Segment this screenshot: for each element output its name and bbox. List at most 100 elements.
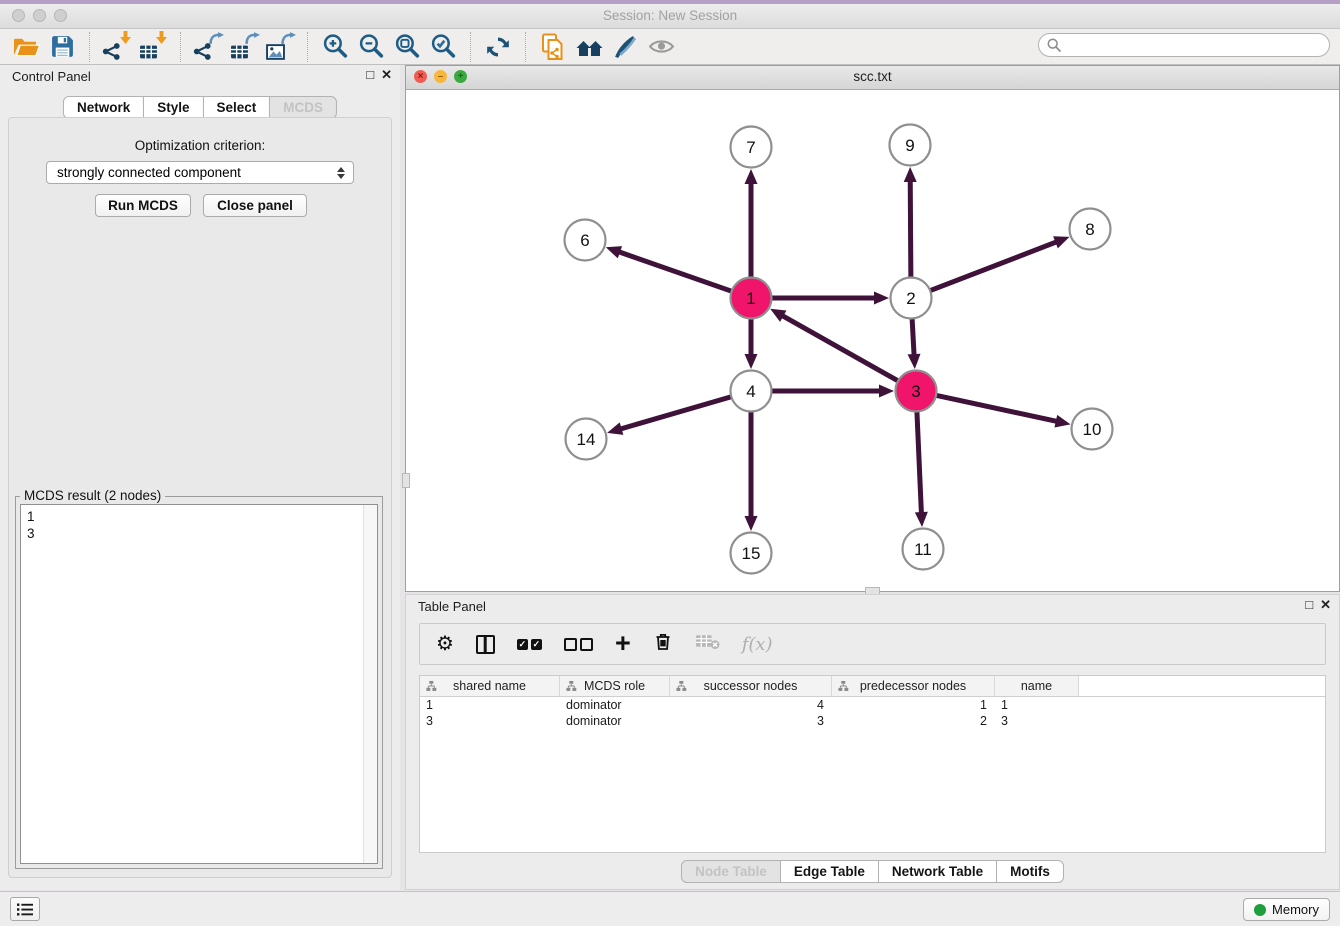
toggle-graphics-details-icon[interactable] bbox=[607, 31, 643, 63]
graph-node-9[interactable]: 9 bbox=[890, 125, 931, 166]
run-mcds-button[interactable]: Run MCDS bbox=[95, 194, 191, 217]
zoom-fit-icon[interactable] bbox=[389, 31, 425, 63]
delete-columns-icon[interactable] bbox=[653, 631, 673, 657]
memory-button[interactable]: Memory bbox=[1243, 898, 1330, 921]
deselect-all-rows-icon[interactable] bbox=[564, 638, 593, 651]
cell-name[interactable]: 3 bbox=[995, 713, 1079, 729]
graph-edge-3-1[interactable] bbox=[770, 309, 898, 381]
graph-node-3[interactable]: 3 bbox=[896, 371, 937, 412]
tab-style[interactable]: Style bbox=[143, 96, 203, 119]
zoom-in-icon[interactable] bbox=[317, 31, 353, 63]
cell-successor-nodes[interactable]: 4 bbox=[670, 697, 832, 713]
graph-edge-4-15[interactable] bbox=[745, 412, 758, 531]
table-row[interactable]: 3dominator323 bbox=[420, 713, 1325, 729]
export-network-icon[interactable] bbox=[190, 31, 226, 63]
titlebar: Session: New Session bbox=[0, 4, 1340, 29]
table-tab-node-table[interactable]: Node Table bbox=[681, 860, 781, 883]
add-column-icon[interactable]: + bbox=[615, 633, 631, 655]
cell-successor-nodes[interactable]: 3 bbox=[670, 713, 832, 729]
mcds-result-lines: 13 bbox=[21, 505, 363, 863]
cell-mcds-role[interactable]: dominator bbox=[560, 697, 670, 713]
criterion-dropdown[interactable]: strongly connected component bbox=[46, 161, 354, 184]
network-view-window: × – + scc.txt 7968124314101511 bbox=[405, 65, 1340, 592]
result-scrollbar[interactable] bbox=[363, 505, 377, 863]
column-header-successor-nodes[interactable]: successor nodes bbox=[670, 676, 832, 696]
column-header-name[interactable]: name bbox=[995, 676, 1079, 696]
splitter-handle-left[interactable] bbox=[402, 473, 410, 488]
graph-edge-4-14[interactable] bbox=[607, 397, 731, 435]
graph-edge-1-2[interactable] bbox=[772, 292, 889, 305]
graph-node-7[interactable]: 7 bbox=[731, 127, 772, 168]
search-field[interactable] bbox=[1038, 33, 1330, 57]
zoom-selected-icon[interactable] bbox=[425, 31, 461, 63]
graph-node-15[interactable]: 15 bbox=[731, 533, 772, 574]
graph-edge-1-4[interactable] bbox=[745, 319, 758, 369]
export-table-icon[interactable] bbox=[226, 31, 262, 63]
cell-shared-name[interactable]: 1 bbox=[420, 697, 560, 713]
tab-network[interactable]: Network bbox=[63, 96, 144, 119]
open-session-icon[interactable] bbox=[8, 31, 44, 63]
table-tab-network-table[interactable]: Network Table bbox=[878, 860, 997, 883]
table-options-icon[interactable]: ⚙ bbox=[436, 634, 454, 654]
graph-node-6[interactable]: 6 bbox=[565, 220, 606, 261]
table-row[interactable]: 1dominator411 bbox=[420, 697, 1325, 713]
column-header-predecessor-nodes[interactable]: predecessor nodes bbox=[832, 676, 995, 696]
tab-select[interactable]: Select bbox=[203, 96, 271, 119]
control-panel: Control Panel □ ✕ NetworkStyleSelectMCDS… bbox=[0, 65, 400, 890]
graph-node-4[interactable]: 4 bbox=[731, 371, 772, 412]
task-history-button[interactable] bbox=[10, 897, 40, 921]
graph-node-8[interactable]: 8 bbox=[1070, 209, 1111, 250]
graph-edge-3-10[interactable] bbox=[937, 395, 1071, 427]
column-header-shared-name[interactable]: shared name bbox=[420, 676, 560, 696]
search-icon bbox=[1047, 38, 1061, 52]
column-label: name bbox=[1021, 679, 1052, 693]
cell-name[interactable]: 1 bbox=[995, 697, 1079, 713]
svg-text:3: 3 bbox=[911, 382, 920, 401]
graph-edge-2-3[interactable] bbox=[908, 319, 921, 369]
save-session-icon[interactable] bbox=[44, 31, 80, 63]
graph-edge-4-3[interactable] bbox=[772, 385, 894, 398]
mcds-result-box[interactable]: 13 bbox=[20, 504, 378, 864]
select-all-rows-icon[interactable]: ✓✓ bbox=[517, 639, 542, 650]
graph-edge-2-8[interactable] bbox=[931, 236, 1070, 290]
cell-shared-name[interactable]: 3 bbox=[420, 713, 560, 729]
graph-node-1[interactable]: 1 bbox=[731, 278, 772, 319]
show-columns-icon[interactable] bbox=[476, 635, 495, 654]
zoom-out-icon[interactable] bbox=[353, 31, 389, 63]
show-hide-panel-eye-icon[interactable] bbox=[643, 31, 679, 63]
table-panel-title: Table Panel bbox=[418, 599, 486, 614]
tab-mcds[interactable]: MCDS bbox=[269, 96, 337, 119]
result-line: 1 bbox=[27, 508, 357, 525]
graph-edge-2-9[interactable] bbox=[904, 167, 917, 277]
cell-mcds-role[interactable]: dominator bbox=[560, 713, 670, 729]
apply-layout-refresh-icon[interactable] bbox=[480, 31, 516, 63]
table-tab-motifs[interactable]: Motifs bbox=[996, 860, 1064, 883]
graph-node-10[interactable]: 10 bbox=[1072, 409, 1113, 450]
close-panel-button[interactable]: Close panel bbox=[203, 194, 307, 217]
table-tab-edge-table[interactable]: Edge Table bbox=[780, 860, 879, 883]
close-icon[interactable]: ✕ bbox=[381, 67, 392, 83]
cell-predecessor-nodes[interactable]: 2 bbox=[832, 713, 995, 729]
import-table-icon[interactable] bbox=[135, 31, 171, 63]
import-network-icon[interactable] bbox=[99, 31, 135, 63]
memory-label: Memory bbox=[1272, 902, 1319, 917]
graph-edge-3-11[interactable] bbox=[915, 412, 928, 527]
cell-predecessor-nodes[interactable]: 1 bbox=[832, 697, 995, 713]
graph-node-14[interactable]: 14 bbox=[566, 419, 607, 460]
nested-networks-icon[interactable] bbox=[571, 31, 607, 63]
network-canvas[interactable]: 7 9 6 8 1 2 4 3 14 10 15 11 bbox=[406, 89, 1339, 591]
close-icon[interactable]: ✕ bbox=[1320, 597, 1331, 613]
column-header-mcds-role[interactable]: MCDS role bbox=[560, 676, 670, 696]
float-icon[interactable]: □ bbox=[1305, 597, 1313, 613]
graph-edge-1-6[interactable] bbox=[606, 246, 731, 291]
status-bar: Memory bbox=[0, 891, 1340, 926]
search-input[interactable] bbox=[1061, 37, 1329, 54]
float-icon[interactable]: □ bbox=[366, 67, 374, 83]
export-image-icon[interactable] bbox=[262, 31, 298, 63]
delete-table-icon[interactable] bbox=[695, 633, 720, 655]
graph-edge-1-7[interactable] bbox=[745, 169, 758, 277]
graph-node-11[interactable]: 11 bbox=[903, 529, 944, 570]
clone-network-icon[interactable] bbox=[535, 31, 571, 63]
column-type-icon bbox=[426, 680, 437, 695]
graph-node-2[interactable]: 2 bbox=[891, 278, 932, 319]
